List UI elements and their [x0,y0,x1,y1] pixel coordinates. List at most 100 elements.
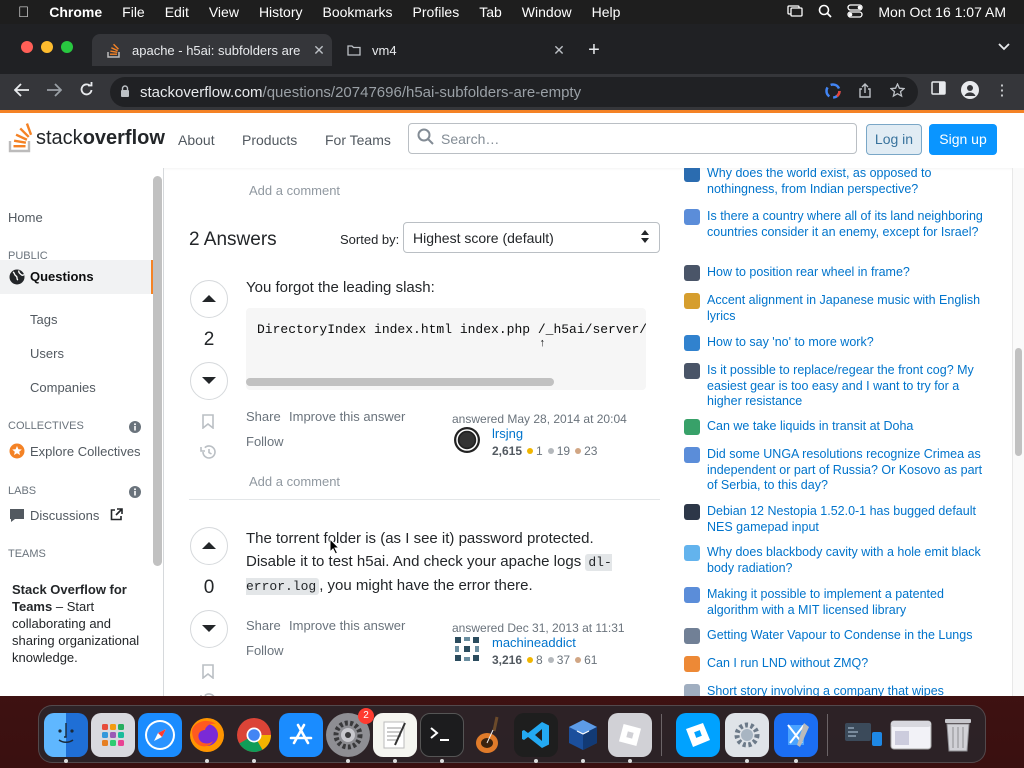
virtualbox-icon[interactable] [561,713,605,757]
zoom-window-button[interactable] [61,41,73,53]
finder-icon[interactable] [44,713,88,757]
menu-edit[interactable]: Edit [155,4,199,20]
sidebar-item-explore-collectives[interactable]: Explore Collectives [30,444,141,459]
info-icon[interactable] [129,420,141,438]
code-horizontal-scrollbar[interactable] [246,378,554,386]
add-comment-link[interactable]: Add a comment [249,183,340,198]
bookmark-icon[interactable] [202,664,214,683]
menu-profiles[interactable]: Profiles [403,4,470,20]
gear-utility-icon[interactable] [725,713,769,757]
code-block[interactable]: DirectoryIndex index.html index.php /_h5… [246,308,646,390]
safari-icon[interactable] [138,713,182,757]
upvote-button[interactable] [190,527,228,565]
downvote-button[interactable] [190,362,228,400]
terminal-icon[interactable] [420,713,464,757]
vscode-icon[interactable] [514,713,558,757]
tab-search-chevron-icon[interactable] [998,38,1010,54]
sort-select[interactable]: Highest score (default) [403,222,660,253]
sidebar-item-home[interactable]: Home [8,210,43,225]
avatar[interactable] [453,426,481,454]
bookmark-icon[interactable] [202,414,214,433]
menu-file[interactable]: File [112,4,155,20]
display-settings-icon[interactable] [842,713,886,757]
minimize-window-button[interactable] [41,41,53,53]
app-store-icon[interactable] [279,713,323,757]
apple-menu-icon[interactable]:  [0,4,39,21]
hot-question-link[interactable]: Did some UNGA resolutions recognize Crim… [684,447,984,494]
hot-question-link[interactable]: How to say 'no' to more work? [684,335,984,351]
menu-window[interactable]: Window [512,4,582,20]
address-bar[interactable]: stackoverflow.com/questions/20747696/h5a… [110,77,918,107]
control-center-icon[interactable] [840,3,870,21]
back-arrow-icon[interactable] [6,82,38,102]
menu-view[interactable]: View [199,4,249,20]
menu-history[interactable]: History [249,4,313,20]
page-scrollbar[interactable] [1012,168,1024,696]
log-in-button[interactable]: Log in [866,124,922,155]
search-input[interactable]: Search… [408,123,857,154]
page-scrollbar-thumb[interactable] [1015,348,1022,456]
nav-about[interactable]: About [178,132,215,148]
sidebar-item-tags[interactable]: Tags [30,312,57,327]
profile-avatar-icon[interactable] [956,81,984,103]
hot-question-link[interactable]: Is there a country where all of its land… [684,209,984,240]
sidebar-item-questions[interactable]: Questions [0,260,154,294]
side-panel-icon[interactable] [924,81,952,99]
chrome-menu-icon[interactable]: ⋮ [988,81,1016,99]
screen-mirroring-icon[interactable] [780,4,810,20]
sidebar-item-companies[interactable]: Companies [30,380,96,395]
user-name-link[interactable]: lrsjng [492,426,523,441]
tab-vm4[interactable]: vm4 ✕ [332,34,572,66]
share-icon[interactable] [852,83,878,101]
sidebar-item-discussions[interactable]: Discussions [30,508,99,523]
hot-question-link[interactable]: Why does the world exist, as opposed to … [684,168,984,197]
sidebar-item-users[interactable]: Users [30,346,64,361]
roblox-icon[interactable] [676,713,720,757]
share-link[interactable]: Share [246,618,281,633]
new-tab-icon[interactable]: + [582,38,606,62]
menu-clock[interactable]: Mon Oct 16 1:07 AM [870,4,1024,20]
improve-answer-link[interactable]: Improve this answer [289,409,405,424]
nav-products[interactable]: Products [242,132,297,148]
nav-for-teams[interactable]: For Teams [325,132,391,148]
close-tab-icon[interactable]: ✕ [546,42,572,59]
system-settings-icon[interactable]: 2 [326,708,374,757]
so-logo[interactable]: stack overflow [8,123,165,153]
trash-icon[interactable] [936,713,980,757]
sidebar-scrollbar[interactable] [153,176,162,566]
preview-window-icon[interactable] [889,713,933,757]
spotlight-search-icon[interactable] [810,4,840,21]
upvote-button[interactable] [190,280,228,318]
close-window-button[interactable] [21,41,33,53]
google-lens-icon[interactable] [820,83,846,102]
hot-question-link[interactable]: Making it possible to implement a patent… [684,587,984,618]
textedit-icon[interactable] [373,713,417,757]
bookmark-star-icon[interactable] [884,82,910,101]
menu-help[interactable]: Help [582,4,631,20]
hot-question-link[interactable]: Short story involving a company that wip… [684,684,984,696]
avatar[interactable] [453,635,481,663]
hot-question-link[interactable]: Is it possible to replace/regear the fro… [684,363,984,410]
hot-question-link[interactable]: Can we take liquids in transit at Doha [684,419,984,435]
add-comment-link[interactable]: Add a comment [249,474,340,489]
user-name-link[interactable]: machineaddict [492,635,576,650]
share-link[interactable]: Share [246,409,281,424]
xcode-icon[interactable] [774,713,818,757]
history-icon[interactable] [200,444,217,464]
reload-icon[interactable] [70,82,102,102]
menu-tab[interactable]: Tab [469,4,512,20]
garageband-icon[interactable] [467,713,511,757]
lock-icon[interactable] [110,84,140,100]
follow-link[interactable]: Follow [246,434,284,449]
hot-question-link[interactable]: Can I run LND without ZMQ? [684,656,984,672]
forward-arrow-icon[interactable] [38,82,70,102]
teams-promo[interactable]: Stack Overflow for Teams – Start collabo… [0,566,152,686]
history-icon[interactable] [200,692,217,696]
hot-question-link[interactable]: Getting Water Vapour to Condense in the … [684,628,984,644]
firefox-icon[interactable] [185,713,229,757]
hot-question-link[interactable]: Accent alignment in Japanese music with … [684,293,984,324]
improve-answer-link[interactable]: Improve this answer [289,618,405,633]
tab-stackoverflow[interactable]: apache - h5ai: subfolders are ✕ [92,34,332,66]
menu-bookmarks[interactable]: Bookmarks [313,4,403,20]
hot-question-link[interactable]: How to position rear wheel in frame? [684,265,984,281]
